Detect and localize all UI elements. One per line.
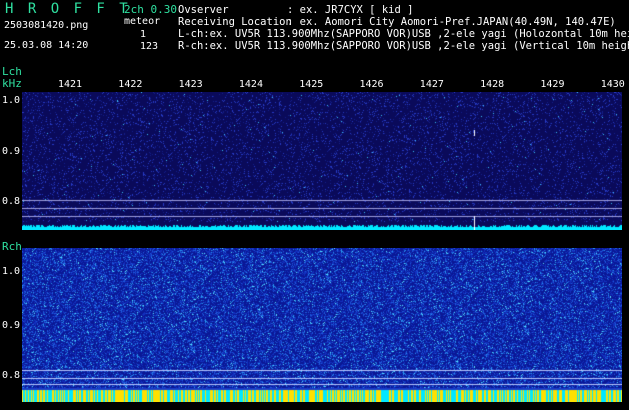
location-label: Receiving Location [178, 16, 292, 28]
rch-ytick-0-9: 0.9 [2, 320, 21, 331]
rch-ytick-1-0: 1.0 [2, 266, 21, 277]
location-value: : ex. Aomori City Aomori-Pref.JAPAN(40.4… [287, 16, 616, 28]
lch-ytick-0-9: 0.9 [2, 146, 21, 157]
time-tick-1428: 1428 [480, 79, 505, 90]
time-tick-1430: 1430 [600, 79, 625, 90]
meteor-count-lch: 1 [140, 29, 147, 40]
observer-label: Ovserver [178, 4, 229, 16]
time-tick-1422: 1422 [118, 79, 143, 90]
observer-value: : ex. JR7CYX [ kid ] [287, 4, 414, 16]
version-label: 2ch 0.30 [124, 3, 177, 16]
time-tick-1423: 1423 [178, 79, 203, 90]
time-tick-1429: 1429 [540, 79, 565, 90]
lch-ytick-0-8: 0.8 [2, 196, 21, 207]
lch-config-line: L-ch:ex. UV5R 113.900Mhz(SAPPORO VOR)USB… [178, 28, 629, 40]
time-tick-1425: 1425 [299, 79, 324, 90]
meteor-label: meteor [124, 16, 161, 27]
app-logo: H R O F F T [5, 1, 131, 17]
rch-spectrogram [22, 248, 622, 402]
lch-ytick-1-0: 1.0 [2, 95, 21, 106]
time-tick-1427: 1427 [419, 79, 444, 90]
datetime-label: 25.03.08 14:20 [4, 40, 89, 51]
lch-spectrogram [22, 92, 622, 230]
time-tick-1421: 1421 [58, 79, 83, 90]
filename-label: 2503081420.png [4, 20, 89, 31]
time-tick-1424: 1424 [238, 79, 263, 90]
rch-label: Rch [2, 240, 22, 253]
rch-ytick-0-8: 0.8 [2, 370, 21, 381]
rch-config-line: R-ch:ex. UV5R 113.900Mhz(SAPPORO VOR)USB… [178, 40, 629, 52]
time-tick-1426: 1426 [359, 79, 384, 90]
khz-unit-label: kHz [2, 77, 22, 90]
meteor-count-rch: 123 [140, 41, 159, 52]
